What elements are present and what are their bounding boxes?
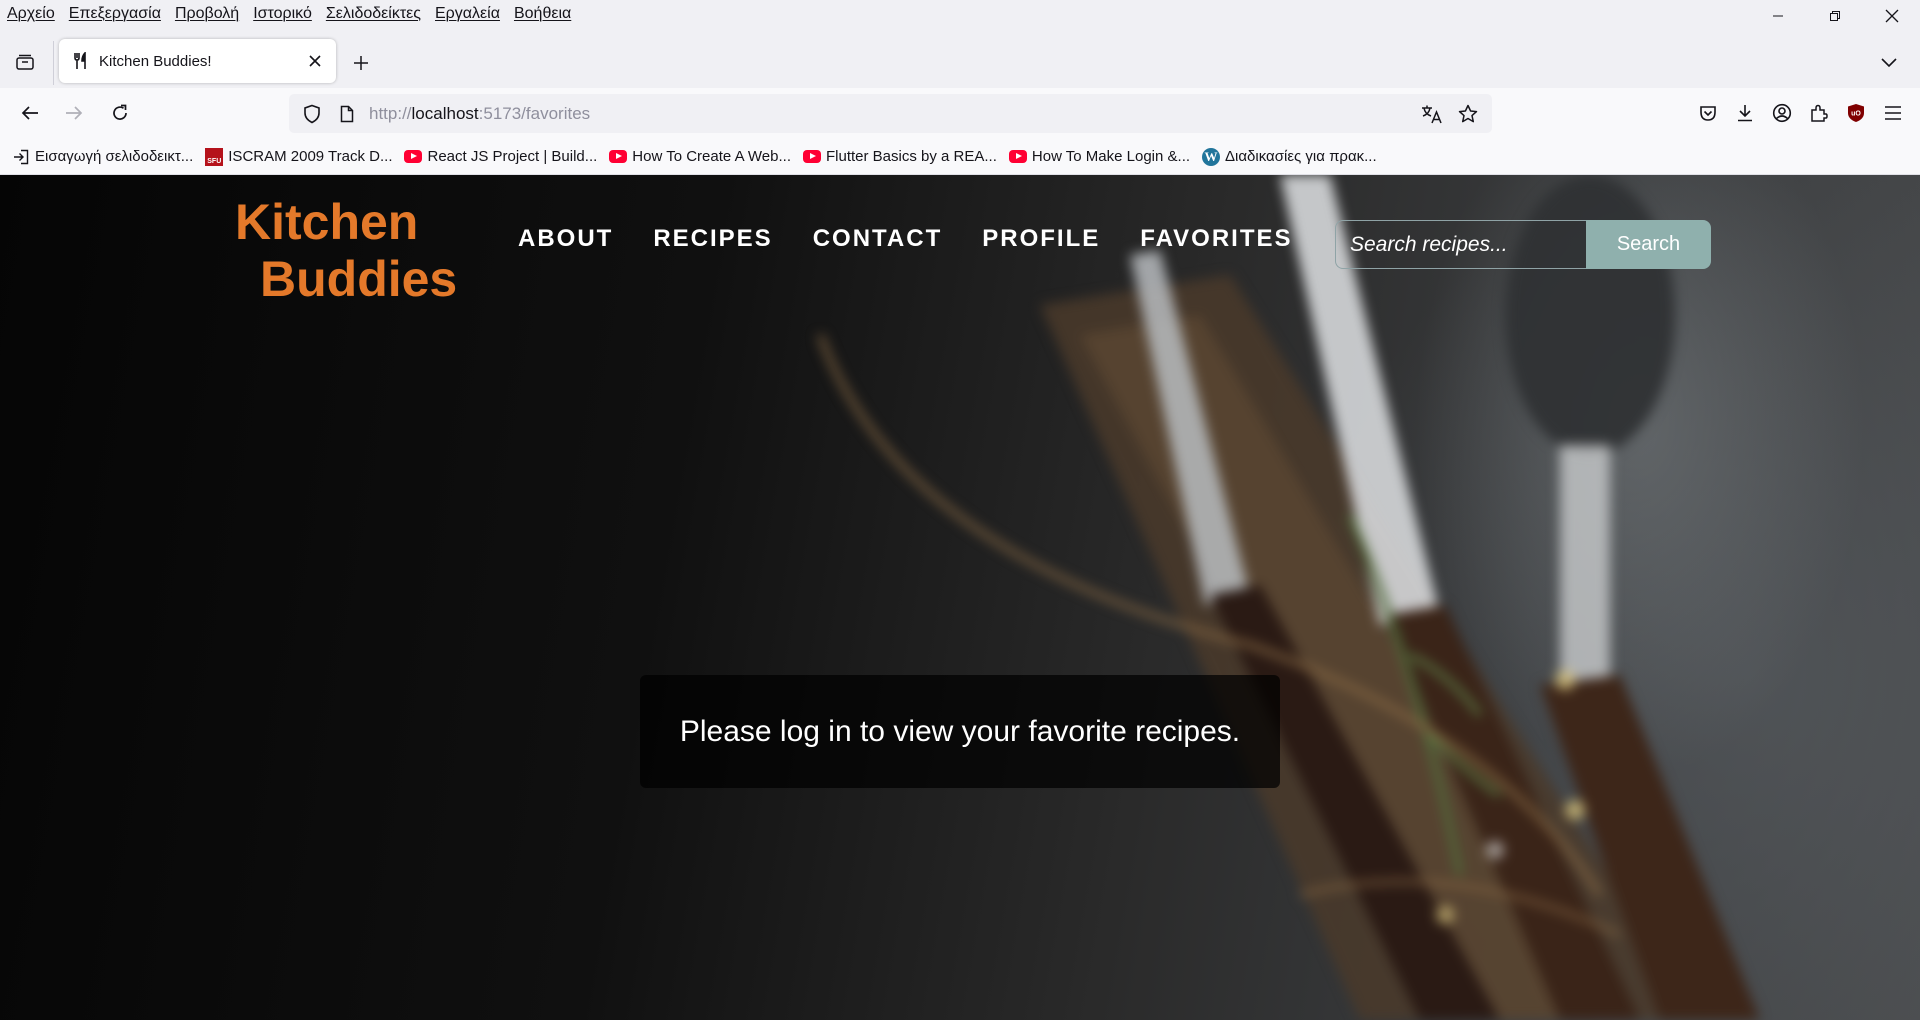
bookmark-item[interactable]: React JS Project | Build...: [404, 148, 597, 165]
nav-profile[interactable]: PROFILE: [982, 225, 1100, 253]
youtube-icon: [1008, 149, 1027, 165]
bookmark-star-button[interactable]: [1450, 98, 1486, 130]
chevron-down-icon: [1881, 58, 1897, 68]
menu-view[interactable]: Προβολή: [168, 5, 246, 23]
search-input[interactable]: [1335, 220, 1586, 269]
menu-file[interactable]: Αρχείο: [0, 5, 62, 23]
site-logo[interactable]: Kitchen Buddies: [235, 194, 457, 308]
sfu-icon: SFU: [205, 147, 224, 166]
download-icon: [1738, 105, 1752, 122]
page-icon: [340, 105, 354, 122]
bookmark-label: React JS Project | Build...: [427, 148, 598, 165]
menu-history[interactable]: Ιστορικό: [246, 5, 319, 23]
site-info-button[interactable]: [335, 99, 359, 129]
youtube-icon: [404, 149, 423, 165]
menu-tools[interactable]: Εργαλεία: [428, 5, 507, 23]
bookmark-item[interactable]: Εισαγωγή σελιδοδεικτ...: [12, 148, 193, 165]
extensions-button[interactable]: [1801, 97, 1837, 129]
site-header: Kitchen Buddies ABOUT RECIPES CONTACT PR…: [0, 175, 1920, 315]
account-icon: [1772, 103, 1792, 123]
reload-icon: [113, 104, 127, 120]
shield-icon: [304, 104, 320, 123]
reload-button[interactable]: [104, 97, 136, 129]
address-bar[interactable]: http://localhost:5173/favorites: [289, 94, 1492, 133]
login-required-message: Please log in to view your favorite reci…: [640, 675, 1280, 788]
bookmark-item[interactable]: W Διαδικασίες για πρακ...: [1202, 147, 1377, 166]
firefox-view-icon: [16, 54, 34, 70]
menu-help[interactable]: Βοήθεια: [507, 5, 578, 23]
url-path: :5173/favorites: [478, 103, 591, 123]
pocket-button[interactable]: [1690, 97, 1726, 129]
plus-icon: [354, 56, 368, 70]
toolbar-right: uO: [1690, 97, 1912, 129]
forward-button[interactable]: [58, 97, 90, 129]
app-menu-button[interactable]: [1875, 97, 1911, 129]
bookmark-item[interactable]: Flutter Basics by a REA...: [803, 148, 997, 165]
list-all-tabs-button[interactable]: [1874, 48, 1904, 78]
arrow-right-icon: [66, 106, 83, 120]
url-host: localhost: [411, 103, 479, 123]
restore-icon: [1829, 11, 1840, 21]
menu-bookmarks[interactable]: Σελιδοδείκτες: [319, 5, 428, 23]
account-button[interactable]: [1764, 97, 1800, 129]
star-icon: [1458, 104, 1478, 122]
menu-edit[interactable]: Επεξεργασία: [62, 5, 168, 23]
bookmark-label: How To Create A Web...: [632, 148, 791, 165]
logo-line-2: Buddies: [260, 251, 458, 307]
ublock-origin-icon: uO: [1848, 104, 1864, 122]
bookmark-label: How To Make Login &...: [1031, 148, 1191, 165]
wordpress-icon: W: [1202, 147, 1221, 166]
svg-text:uO: uO: [1851, 111, 1861, 118]
page-content: Kitchen Buddies ABOUT RECIPES CONTACT PR…: [0, 175, 1920, 1020]
pocket-icon: [1700, 106, 1716, 121]
url-prefix: http://: [369, 103, 412, 123]
url-text[interactable]: http://localhost:5173/favorites: [369, 104, 1414, 124]
bookmark-label: Εισαγωγή σελιδοδεικτ...: [35, 148, 194, 165]
bookmark-item[interactable]: SFU ISCRAM 2009 Track D...: [205, 147, 393, 166]
nav-contact[interactable]: CONTACT: [813, 225, 943, 253]
bookmarks-toolbar: Εισαγωγή σελιδοδεικτ... SFU ISCRAM 2009 …: [0, 139, 1920, 175]
menu-bar: Αρχείο Επεξεργασία Προβολή Ιστορικό Σελι…: [0, 0, 1920, 27]
navigation-toolbar: http://localhost:5173/favorites uO: [0, 88, 1920, 139]
import-icon: [12, 149, 30, 165]
youtube-icon: [609, 149, 628, 165]
bookmark-item[interactable]: How To Make Login &...: [1008, 148, 1191, 165]
ublock-origin-button[interactable]: uO: [1838, 97, 1874, 129]
nav-favorites[interactable]: FAVORITES: [1140, 225, 1292, 253]
new-tab-button[interactable]: [346, 48, 376, 78]
tab-kitchen-buddies[interactable]: Kitchen Buddies!: [59, 39, 336, 83]
translate-button[interactable]: [1414, 98, 1450, 130]
hamburger-menu-icon: [1885, 106, 1901, 120]
tab-title: Kitchen Buddies!: [99, 52, 212, 70]
puzzle-icon: [1811, 104, 1828, 122]
translate-icon: [1422, 105, 1442, 123]
nav-recipes[interactable]: RECIPES: [653, 225, 772, 253]
close-icon: [1885, 9, 1898, 23]
message-text: Please log in to view your favorite reci…: [679, 714, 1241, 748]
search-button[interactable]: Search: [1586, 220, 1711, 269]
bookmark-label: Διαδικασίες για πρακ...: [1225, 148, 1377, 165]
tracking-protection-button[interactable]: [297, 99, 327, 129]
downloads-button[interactable]: [1727, 97, 1763, 129]
site-nav: ABOUT RECIPES CONTACT PROFILE FAVORITES: [518, 225, 1333, 253]
close-icon: [309, 55, 321, 67]
bookmark-label: ISCRAM 2009 Track D...: [228, 148, 393, 165]
back-button[interactable]: [14, 97, 46, 129]
nav-about[interactable]: ABOUT: [518, 225, 613, 253]
tab-list-button[interactable]: [10, 47, 40, 77]
arrow-left-icon: [21, 106, 38, 120]
fork-knife-icon: [72, 52, 90, 70]
minimize-icon: [1772, 15, 1783, 17]
youtube-icon: [803, 149, 821, 165]
tab-bar: Kitchen Buddies!: [0, 27, 1920, 88]
tab-close-button[interactable]: [300, 46, 330, 76]
logo-line-1: Kitchen: [235, 194, 419, 250]
tab-separator: [53, 41, 54, 85]
recipe-search: Search: [1335, 220, 1711, 269]
bookmark-label: Flutter Basics by a REA...: [826, 148, 997, 165]
bookmark-item[interactable]: How To Create A Web...: [609, 148, 791, 165]
